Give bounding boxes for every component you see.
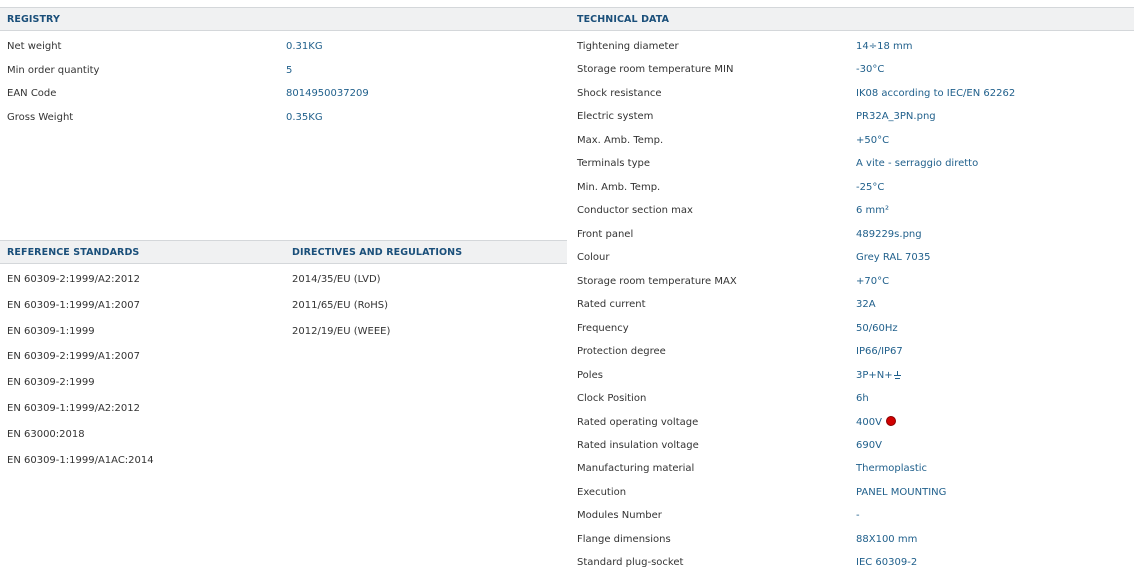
registry-row-label: Gross Weight [7, 112, 74, 123]
registry-row-value: 8014950037209 [286, 88, 369, 99]
technical-row-value: 88X100 mm [856, 532, 917, 548]
standards-title: REFERENCE STANDARDS [7, 247, 140, 258]
technical-row-label: Manufacturing material [577, 463, 695, 474]
technical-header: TECHNICAL DATA [567, 7, 1134, 31]
technical-value-text: -25°C [856, 182, 885, 193]
registry-row-value: 0.31KG [286, 41, 323, 52]
technical-row-value: PANEL MOUNTING [856, 485, 946, 501]
technical-row-label: Electric system [577, 111, 654, 122]
technical-value-text: Grey RAL 7035 [856, 252, 931, 263]
directive-item: 2011/65/EU (RoHS) [292, 300, 389, 311]
registry-header: REGISTRY [0, 7, 567, 31]
technical-value-text: +50°C [856, 135, 890, 146]
technical-value-text: 3P+N+ [856, 370, 893, 381]
technical-row-value: 14÷18 mm [856, 39, 913, 55]
registry-row-value: 0.35KG [286, 112, 323, 123]
technical-row-value: Grey RAL 7035 [856, 250, 930, 266]
technical-row-value: -30°C [856, 62, 884, 78]
technical-row-value: 690V [856, 438, 882, 454]
technical-row-label: Poles [577, 370, 603, 381]
technical-row-value: - [856, 508, 860, 524]
technical-value-text: 14÷18 mm [856, 41, 913, 52]
standard-item: EN 60309-1:1999 [7, 326, 95, 337]
technical-value-text: PR32A_3PN.png [856, 111, 936, 122]
technical-row-value: A vite - serraggio diretto [856, 156, 978, 172]
technical-row-label: Protection degree [577, 346, 666, 357]
technical-row-label: Shock resistance [577, 88, 662, 99]
technical-row-label: Rated operating voltage [577, 417, 699, 428]
technical-row-label: Storage room temperature MIN [577, 64, 734, 75]
technical-row-value: IP66/IP67 [856, 344, 903, 360]
technical-row-label: Terminals type [577, 158, 650, 169]
registry-row-value: 5 [286, 65, 293, 76]
technical-row-label: Storage room temperature MAX [577, 276, 737, 287]
technical-row-value: +50°C [856, 133, 889, 149]
technical-row-label: Rated insulation voltage [577, 440, 699, 451]
technical-row-value: 32A [856, 297, 876, 313]
standard-item: EN 60309-1:1999/A2:2012 [7, 403, 140, 414]
standard-item: EN 60309-2:1999 [7, 377, 95, 388]
technical-row-label: Front panel [577, 229, 634, 240]
technical-row-label: Conductor section max [577, 205, 693, 216]
technical-row-value: -25°C [856, 180, 884, 196]
technical-row-label: Execution [577, 487, 627, 498]
technical-row-value: 400V [856, 415, 896, 431]
technical-value-text: -30°C [856, 64, 885, 75]
directive-item: 2012/19/EU (WEEE) [292, 326, 391, 337]
directive-item: 2014/35/EU (LVD) [292, 274, 381, 285]
product-spec-page: REGISTRY Net weight 0.31KG Min order quant… [0, 0, 1134, 580]
technical-row-value: 50/60Hz [856, 321, 898, 337]
technical-value-text: - [856, 510, 860, 521]
technical-row-value: PR32A_3PN.png [856, 109, 936, 125]
technical-row-value: 489229s.png [856, 227, 922, 243]
technical-row-label: Flange dimensions [577, 534, 671, 545]
technical-value-text: +70°C [856, 276, 890, 287]
registry-title: REGISTRY [7, 14, 60, 25]
technical-row-value: IK08 according to IEC/EN 62262 [856, 86, 1015, 102]
red-dot-icon [885, 416, 896, 426]
technical-title: TECHNICAL DATA [577, 14, 670, 25]
technical-value-text: PANEL MOUNTING [856, 487, 947, 498]
technical-value-text: Thermoplastic [856, 463, 928, 474]
directives-title: DIRECTIVES AND REGULATIONS [292, 247, 463, 258]
technical-row-label: Standard plug-socket [577, 557, 684, 568]
technical-row-label: Max. Amb. Temp. [577, 135, 664, 146]
technical-value-text: 489229s.png [856, 229, 922, 240]
technical-value-text: IEC 60309-2 [856, 557, 918, 568]
standard-item: EN 63000:2018 [7, 429, 85, 440]
technical-row-label: Clock Position [577, 393, 647, 404]
registry-row-label: Min order quantity [7, 65, 100, 76]
technical-row-label: Tightening diameter [577, 41, 679, 52]
technical-value-text: 88X100 mm [856, 534, 918, 545]
registry-row-label: Net weight [7, 41, 62, 52]
earth-ground-icon [893, 371, 901, 379]
technical-row-label: Colour [577, 252, 610, 263]
technical-value-text: A vite - serraggio diretto [856, 158, 979, 169]
standard-item: EN 60309-1:1999/A1AC:2014 [7, 455, 154, 466]
standard-item: EN 60309-2:1999/A1:2007 [7, 351, 140, 362]
technical-row-value: 6h [856, 391, 869, 407]
standard-item: EN 60309-1:1999/A1:2007 [7, 300, 140, 311]
technical-row-value: +70°C [856, 274, 889, 290]
technical-row-value: Thermoplastic [856, 461, 927, 477]
technical-row-value: 3P+N+ [856, 368, 901, 384]
technical-value-text: 6 mm² [856, 205, 890, 216]
technical-row-label: Frequency [577, 323, 629, 334]
technical-value-text: 690V [856, 440, 882, 451]
technical-value-text: 32A [856, 299, 876, 310]
technical-row-value: IEC 60309-2 [856, 555, 917, 571]
technical-value-text: IK08 according to IEC/EN 62262 [856, 88, 1016, 99]
technical-row-label: Modules Number [577, 510, 662, 521]
technical-row-label: Rated current [577, 299, 646, 310]
standards-header: REFERENCE STANDARDS DIRECTIVES AND REGUL… [0, 240, 567, 264]
technical-value-text: 50/60Hz [856, 323, 898, 334]
technical-value-text: 400V [856, 417, 882, 428]
standard-item: EN 60309-2:1999/A2:2012 [7, 274, 140, 285]
technical-row-value: 6 mm² [856, 203, 889, 219]
technical-row-label: Min. Amb. Temp. [577, 182, 661, 193]
technical-value-text: IP66/IP67 [856, 346, 903, 357]
technical-value-text: 6h [856, 393, 869, 404]
registry-row-label: EAN Code [7, 88, 57, 99]
